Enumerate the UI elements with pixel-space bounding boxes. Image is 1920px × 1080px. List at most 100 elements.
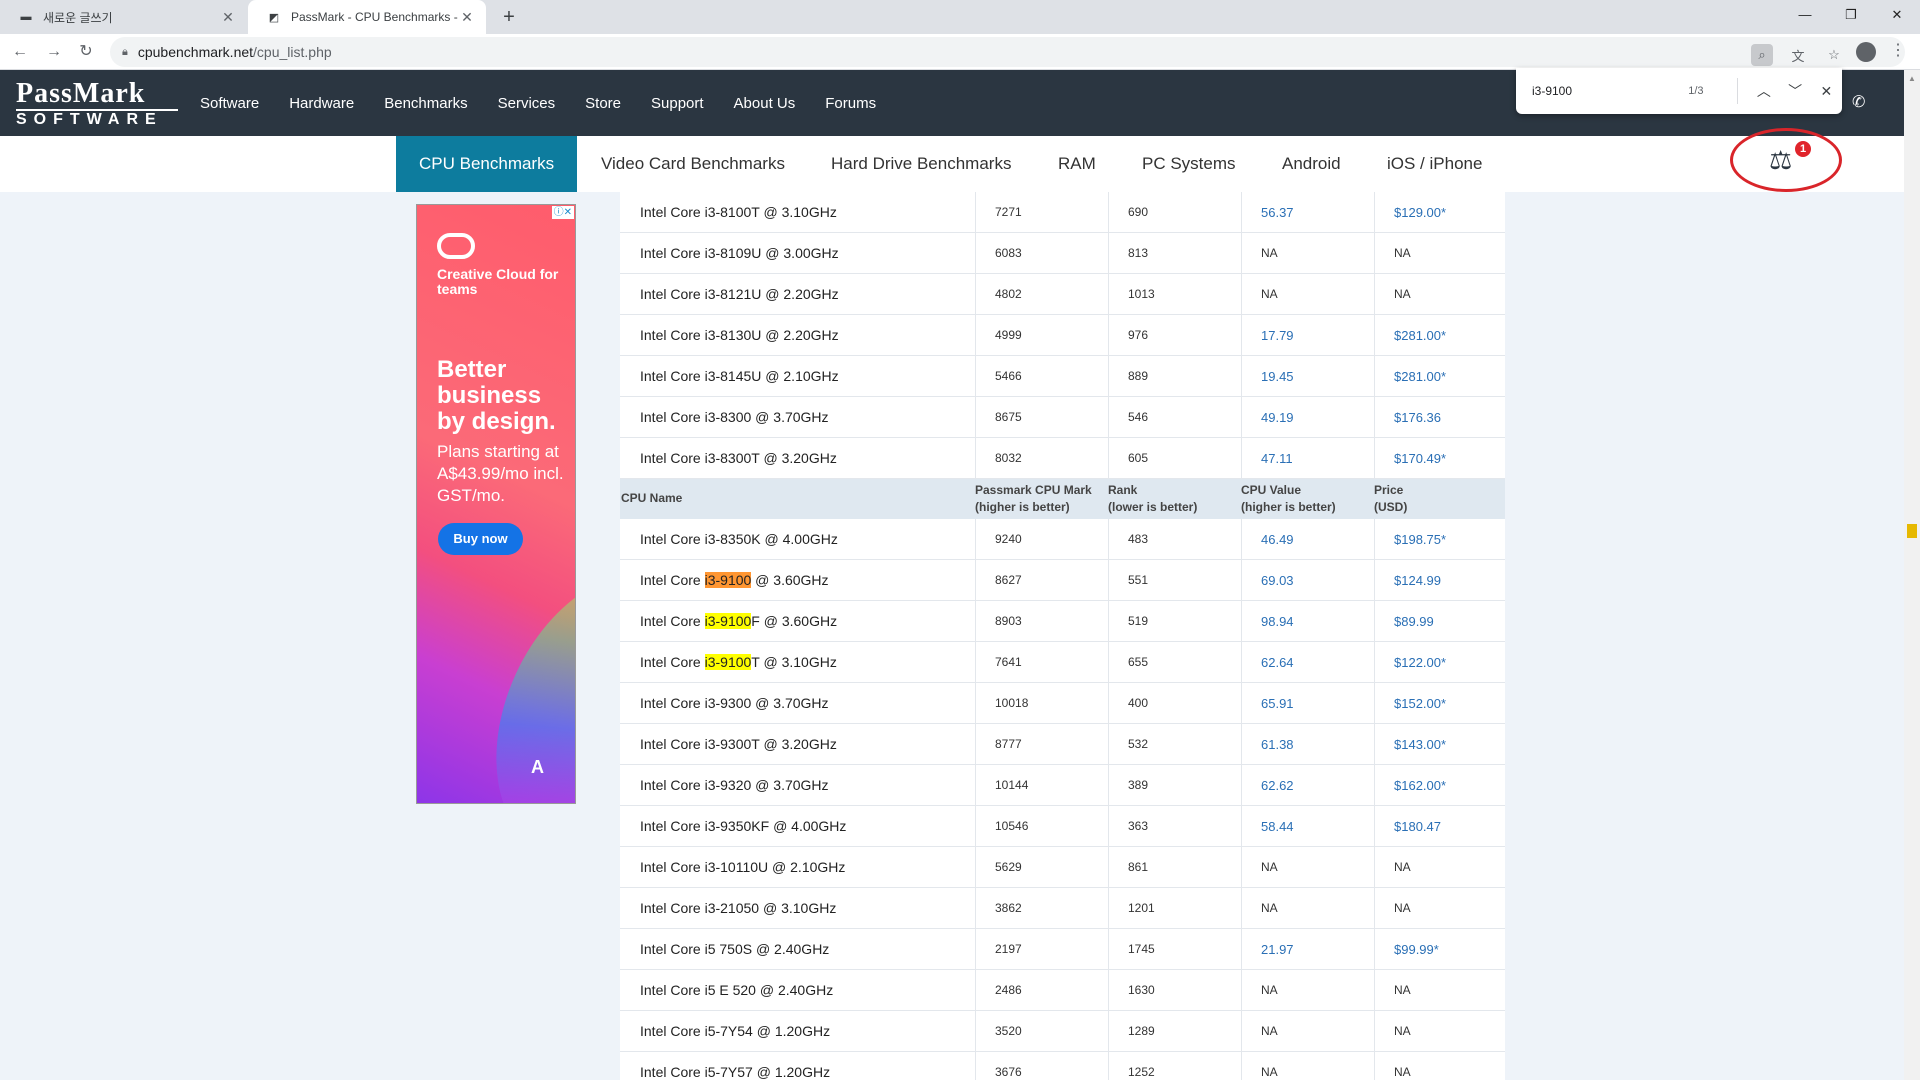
price-cell[interactable]: $198.75* xyxy=(1394,519,1446,560)
browser-tab[interactable]: ▬ 새로운 글쓰기 ✕ xyxy=(0,0,247,34)
table-row[interactable]: Intel Core i3-8145U @ 2.10GHz 5466 889 19.4… xyxy=(620,356,1505,397)
cpu-value-cell[interactable]: 46.49 xyxy=(1261,519,1294,560)
price-cell[interactable]: $281.00* xyxy=(1394,356,1446,397)
reload-icon[interactable]: ↻ xyxy=(74,40,98,64)
tab-hard-drive-benchmarks[interactable]: Hard Drive Benchmarks xyxy=(831,136,1011,192)
tab-android[interactable]: Android xyxy=(1282,136,1341,192)
header-cpu-mark[interactable]: Passmark CPU Mark (higher is better) xyxy=(975,482,1092,516)
cpu-name-link[interactable]: Intel Core i3-8100T @ 3.10GHz xyxy=(640,192,837,233)
compare-button[interactable]: ⚖ 1 xyxy=(1730,128,1842,192)
cpu-name-link[interactable]: Intel Core i3-8350K @ 4.00GHz xyxy=(640,519,838,560)
cpu-value-cell[interactable]: 58.44 xyxy=(1261,806,1294,847)
table-row[interactable]: Intel Core i3-8350K @ 4.00GHz 9240 483 46.4… xyxy=(620,519,1505,560)
page-scrollbar[interactable]: ▲ xyxy=(1904,70,1920,1080)
header-rank[interactable]: Rank (lower is better) xyxy=(1108,482,1197,516)
header-cpu-value[interactable]: CPU Value (higher is better) xyxy=(1241,482,1336,516)
cpu-value-cell[interactable]: 19.45 xyxy=(1261,356,1294,397)
price-cell[interactable]: $152.00* xyxy=(1394,683,1446,724)
new-tab-button[interactable]: + xyxy=(497,5,521,29)
table-row[interactable]: Intel Core i3-8121U @ 2.20GHz 4802 1013 NA N… xyxy=(620,274,1505,315)
table-row[interactable]: Intel Core i3-8130U @ 2.20GHz 4999 976 17.7… xyxy=(620,315,1505,356)
passmark-logo[interactable]: PassMark SOFTWARE xyxy=(16,80,178,129)
cpu-name-link[interactable]: Intel Core i5 750S @ 2.40GHz xyxy=(640,929,829,970)
find-in-page-icon[interactable]: ⌕ xyxy=(1751,44,1773,66)
cpu-value-cell[interactable]: 21.97 xyxy=(1261,929,1294,970)
translate-icon[interactable]: 文 xyxy=(1787,44,1809,66)
table-row[interactable]: Intel Core i5-7Y57 @ 1.20GHz 3676 1252 NA NA xyxy=(620,1052,1505,1080)
price-cell[interactable]: $281.00* xyxy=(1394,315,1446,356)
table-row[interactable]: Intel Core i3-9350KF @ 4.00GHz 10546 363 58… xyxy=(620,806,1505,847)
adobe-ad-banner[interactable]: ⓘ✕ Creative Cloud for teams Better busin… xyxy=(416,204,576,804)
nav-services[interactable]: Services xyxy=(498,95,556,112)
cpu-name-link[interactable]: Intel Core i3-9320 @ 3.70GHz xyxy=(640,765,829,806)
nav-forums[interactable]: Forums xyxy=(825,95,876,112)
ad-buy-now-button[interactable]: Buy now xyxy=(438,523,523,555)
cpu-value-cell[interactable]: 56.37 xyxy=(1261,192,1294,233)
menu-kebab-icon[interactable]: ⋮ xyxy=(1890,40,1906,60)
price-cell[interactable]: $129.00* xyxy=(1394,192,1446,233)
find-close-icon[interactable]: ✕ xyxy=(1811,83,1842,100)
table-row[interactable]: Intel Core i3-9320 @ 3.70GHz 10144 389 62.6… xyxy=(620,765,1505,806)
scroll-up-arrow-icon[interactable]: ▲ xyxy=(1908,74,1916,83)
price-cell[interactable]: $124.99 xyxy=(1394,560,1441,601)
cpu-name-link[interactable]: Intel Core i3-8109U @ 3.00GHz xyxy=(640,233,839,274)
header-cpu-name[interactable]: CPU Name xyxy=(621,490,682,507)
price-cell[interactable]: $99.99* xyxy=(1394,929,1439,970)
cpu-value-cell[interactable]: 98.94 xyxy=(1261,601,1294,642)
scrollbar-find-marker[interactable] xyxy=(1907,524,1917,538)
cpu-name-link[interactable]: Intel Core i3-8121U @ 2.20GHz xyxy=(640,274,839,315)
price-cell[interactable]: $143.00* xyxy=(1394,724,1446,765)
lock-icon[interactable]: 🔒︎ xyxy=(122,46,128,59)
table-row[interactable]: Intel Core i3-8300 @ 3.70GHz 8675 546 49.19… xyxy=(620,397,1505,438)
cpu-name-link[interactable]: Intel Core i3-9300 @ 3.70GHz xyxy=(640,683,829,724)
close-tab-icon[interactable]: ✕ xyxy=(458,9,476,26)
tab-ios-iphone[interactable]: iOS / iPhone xyxy=(1387,136,1482,192)
table-row[interactable]: Intel Core i5 750S @ 2.40GHz 2197 1745 21.9… xyxy=(620,929,1505,970)
cpu-value-cell[interactable]: 49.19 xyxy=(1261,397,1294,438)
nav-store[interactable]: Store xyxy=(585,95,621,112)
price-cell[interactable]: $162.00* xyxy=(1394,765,1446,806)
back-icon[interactable]: ← xyxy=(8,40,32,64)
price-cell[interactable]: $89.99 xyxy=(1394,601,1434,642)
cpu-value-cell[interactable]: 65.91 xyxy=(1261,683,1294,724)
cpu-value-cell[interactable]: 62.62 xyxy=(1261,765,1294,806)
cpu-value-cell[interactable]: 17.79 xyxy=(1261,315,1294,356)
find-next-icon[interactable]: ﹀ xyxy=(1780,81,1811,101)
address-bar[interactable]: 🔒︎ cpubenchmark.net/cpu_list.php ⌕ 文 ☆ xyxy=(110,37,1905,67)
price-cell[interactable]: $122.00* xyxy=(1394,642,1446,683)
cpu-name-link[interactable]: Intel Core i3-8300 @ 3.70GHz xyxy=(640,397,829,438)
cpu-name-link[interactable]: Intel Core i3-9100T @ 3.10GHz xyxy=(640,642,837,683)
forward-icon[interactable]: → xyxy=(42,40,66,64)
cpu-name-link[interactable]: Intel Core i3-8145U @ 2.10GHz xyxy=(640,356,839,397)
adchoices-icon[interactable]: ⓘ✕ xyxy=(551,206,574,219)
cpu-name-link[interactable]: Intel Core i3-21050 @ 3.10GHz xyxy=(640,888,836,929)
phone-icon[interactable]: ✆ xyxy=(1852,92,1865,112)
minimize-button[interactable]: — xyxy=(1782,0,1828,30)
cpu-name-link[interactable]: Intel Core i3-9100F @ 3.60GHz xyxy=(640,601,837,642)
table-row[interactable]: Intel Core i5-7Y54 @ 1.20GHz 3520 1289 NA NA xyxy=(620,1011,1505,1052)
nav-support[interactable]: Support xyxy=(651,95,704,112)
cpu-name-link[interactable]: Intel Core i5-7Y57 @ 1.20GHz xyxy=(640,1052,830,1080)
table-row[interactable]: Intel Core i3-8100T @ 3.10GHz 7271 690 56.3… xyxy=(620,192,1505,233)
tab-video-card-benchmarks[interactable]: Video Card Benchmarks xyxy=(601,136,785,192)
cpu-name-link[interactable]: Intel Core i3-9300T @ 3.20GHz xyxy=(640,724,837,765)
price-cell[interactable]: $170.49* xyxy=(1394,438,1446,479)
table-row[interactable]: Intel Core i3-9100T @ 3.10GHz 7641 655 62.6… xyxy=(620,642,1505,683)
cpu-name-link[interactable]: Intel Core i5 E 520 @ 2.40GHz xyxy=(640,970,833,1011)
close-window-button[interactable]: ✕ xyxy=(1874,0,1920,30)
table-row[interactable]: Intel Core i3-8109U @ 3.00GHz 6083 813 NA NA xyxy=(620,233,1505,274)
table-row[interactable]: Intel Core i3-21050 @ 3.10GHz 3862 1201 NA N… xyxy=(620,888,1505,929)
close-tab-icon[interactable]: ✕ xyxy=(219,9,237,26)
cpu-name-link[interactable]: Intel Core i3-9100 @ 3.60GHz xyxy=(640,560,829,601)
cpu-value-cell[interactable]: 47.11 xyxy=(1261,438,1293,479)
cpu-name-link[interactable]: Intel Core i3-10110U @ 2.10GHz xyxy=(640,847,845,888)
find-previous-icon[interactable]: ︿ xyxy=(1748,81,1779,101)
tab-cpu-benchmarks[interactable]: CPU Benchmarks xyxy=(396,136,578,192)
nav-software[interactable]: Software xyxy=(200,95,259,112)
table-row[interactable]: Intel Core i3-8300T @ 3.20GHz 8032 605 47.1… xyxy=(620,438,1505,479)
cpu-name-link[interactable]: Intel Core i3-9350KF @ 4.00GHz xyxy=(640,806,846,847)
browser-tab-active[interactable]: ◩ PassMark - CPU Benchmarks - L ✕ xyxy=(248,0,486,34)
cpu-name-link[interactable]: Intel Core i3-8300T @ 3.20GHz xyxy=(640,438,837,479)
price-cell[interactable]: $180.47 xyxy=(1394,806,1441,847)
nav-benchmarks[interactable]: Benchmarks xyxy=(384,95,467,112)
